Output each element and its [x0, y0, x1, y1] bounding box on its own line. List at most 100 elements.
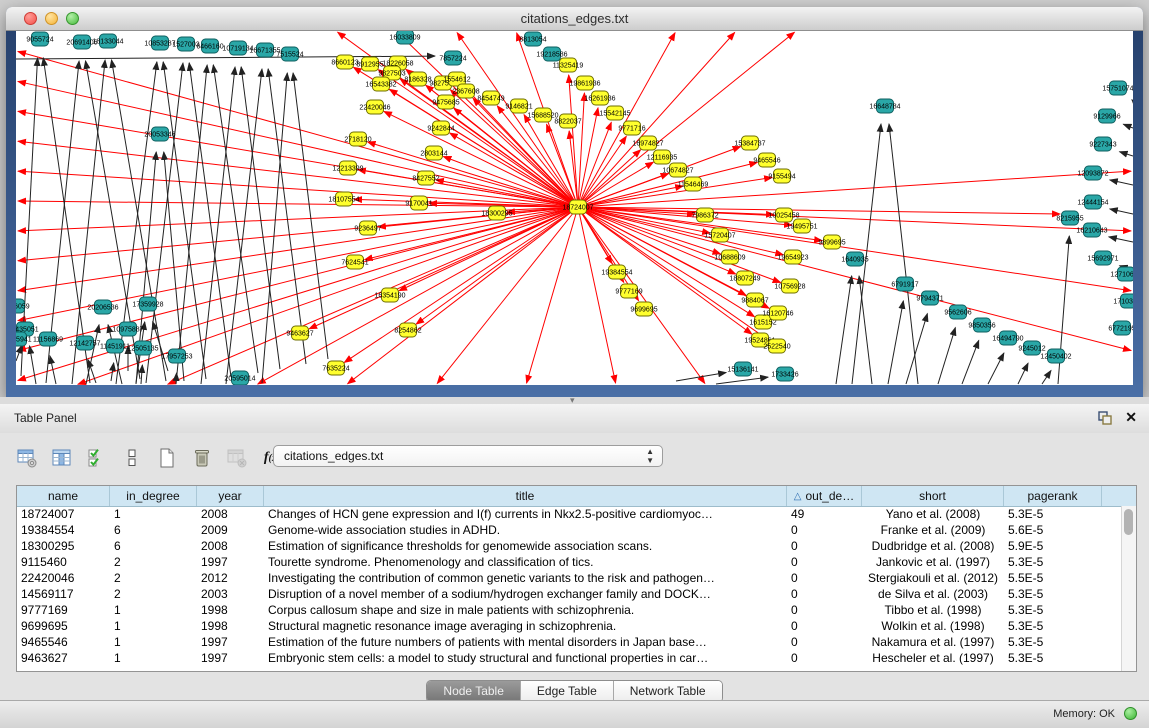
network-node[interactable]: 9146821: [505, 99, 532, 113]
table-cell[interactable]: Structural magnetic resonance image aver…: [264, 619, 787, 633]
table-cell[interactable]: 2: [110, 555, 197, 569]
network-node[interactable]: 16033809: [389, 31, 420, 44]
network-node[interactable]: 8813054: [519, 32, 546, 46]
network-node[interactable]: 10756928: [774, 279, 805, 293]
column-header-indegree[interactable]: in_degree: [110, 486, 197, 506]
table-cell[interactable]: 0: [787, 523, 862, 537]
network-node[interactable]: 2526059: [16, 299, 30, 313]
network-node[interactable]: 11546469: [678, 177, 709, 191]
table-row[interactable]: 946554611997Estimation of the future num…: [17, 634, 1122, 650]
tab-network-table[interactable]: Network Table: [614, 681, 722, 702]
row-options-button[interactable]: [119, 445, 145, 471]
network-node[interactable]: 10853287: [144, 36, 175, 50]
tab-node-table[interactable]: Node Table: [427, 681, 521, 702]
table-cell[interactable]: 0: [787, 539, 862, 553]
column-header-title[interactable]: title: [264, 486, 787, 506]
table-cell[interactable]: Disruption of a novel member of a sodium…: [264, 587, 787, 601]
table-cell[interactable]: 5.3E-5: [1004, 587, 1102, 601]
table-row[interactable]: 946362711997Embryonic stem cells: a mode…: [17, 650, 1122, 666]
table-row[interactable]: 1872400712008Changes of HCN gene express…: [17, 506, 1122, 522]
table-cell[interactable]: 2009: [197, 523, 264, 537]
tab-edge-table[interactable]: Edge Table: [521, 681, 614, 702]
network-node[interactable]: 12710626: [1110, 267, 1133, 281]
network-node[interactable]: 8215955: [1056, 211, 1083, 225]
network-node[interactable]: 12444154: [1077, 195, 1108, 209]
table-row[interactable]: 1938455462009Genome-wide association stu…: [17, 522, 1122, 538]
network-node[interactable]: 9155494: [768, 169, 795, 183]
network-node[interactable]: 15692971: [1087, 251, 1118, 265]
column-header-year[interactable]: year: [197, 486, 264, 506]
show-columns-button[interactable]: [49, 445, 75, 471]
network-node[interactable]: 16261936: [584, 91, 615, 105]
table-cell[interactable]: Changes of HCN gene expression and I(f) …: [264, 507, 787, 521]
table-cell[interactable]: 0: [787, 651, 862, 665]
network-node[interactable]: 9850356: [968, 318, 995, 332]
network-node[interactable]: 9129966: [1093, 109, 1120, 123]
table-cell[interactable]: Estimation of significance thresholds fo…: [264, 539, 787, 553]
network-node[interactable]: 8254862: [394, 323, 421, 337]
table-cell[interactable]: 9463627: [17, 651, 110, 665]
table-cell[interactable]: 0: [787, 603, 862, 617]
table-row[interactable]: 1830029562008Estimation of significance …: [17, 538, 1122, 554]
table-cell[interactable]: 18724007: [17, 507, 110, 521]
table-cell[interactable]: 19384554: [17, 523, 110, 537]
table-cell[interactable]: 1998: [197, 603, 264, 617]
table-cell[interactable]: 1: [110, 603, 197, 617]
table-cell[interactable]: Stergiakouli et al. (2012): [862, 571, 1004, 585]
network-node[interactable]: 16494790: [992, 331, 1023, 345]
column-header-pagerank[interactable]: pagerank: [1004, 486, 1102, 506]
table-row[interactable]: 911546021997Tourette syndrome. Phenomeno…: [17, 554, 1122, 570]
table-cell[interactable]: 5.3E-5: [1004, 507, 1102, 521]
column-header-outde[interactable]: △out_de…: [787, 486, 862, 506]
table-cell[interactable]: Embryonic stem cells: a model to study s…: [264, 651, 787, 665]
panel-splitter[interactable]: ▾: [0, 397, 1149, 404]
table-cell[interactable]: 14569117: [17, 587, 110, 601]
network-node[interactable]: 6466160: [196, 39, 223, 53]
network-node[interactable]: 15136141: [727, 362, 758, 376]
table-selector-dropdown[interactable]: citations_edges.txt ▲▼: [273, 445, 663, 467]
network-node[interactable]: 1640935: [841, 252, 868, 266]
network-node[interactable]: 9055724: [26, 32, 53, 46]
table-cell[interactable]: Tibbo et al. (1998): [862, 603, 1004, 617]
table-cell[interactable]: 1998: [197, 619, 264, 633]
table-cell[interactable]: 1: [110, 651, 197, 665]
network-node[interactable]: 9236497: [354, 221, 381, 235]
table-cell[interactable]: 9115460: [17, 555, 110, 569]
network-node[interactable]: 2803144: [420, 146, 447, 160]
table-cell[interactable]: 2: [110, 571, 197, 585]
network-node[interactable]: 15751074: [1102, 81, 1133, 95]
network-node[interactable]: 17359928: [132, 297, 163, 311]
table-cell[interactable]: 0: [787, 635, 862, 649]
table-cell[interactable]: Jankovic et al. (1997): [862, 555, 1004, 569]
network-node[interactable]: 2718120: [344, 132, 371, 146]
table-cell[interactable]: 1997: [197, 635, 264, 649]
create-column-button[interactable]: [154, 445, 180, 471]
network-node[interactable]: 12505135: [127, 341, 158, 355]
network-node[interactable]: 9227343: [1089, 137, 1116, 151]
table-cell[interactable]: 5.5E-5: [1004, 571, 1102, 585]
table-cell[interactable]: Investigating the contribution of common…: [264, 571, 787, 585]
network-node[interactable]: 16648784: [869, 99, 900, 113]
table-row[interactable]: 969969511998Structural magnetic resonanc…: [17, 618, 1122, 634]
table-cell[interactable]: 1: [110, 619, 197, 633]
table-cell[interactable]: Corpus callosum shape and size in male p…: [264, 603, 787, 617]
network-node[interactable]: 10975887: [112, 322, 143, 336]
network-node[interactable]: 9465546: [753, 153, 780, 167]
table-cell[interactable]: Tourette syndrome. Phenomenology and cla…: [264, 555, 787, 569]
table-cell[interactable]: Estimation of the future numbers of pati…: [264, 635, 787, 649]
table-cell[interactable]: Wolkin et al. (1998): [862, 619, 1004, 633]
network-node[interactable]: 9562606: [944, 305, 971, 319]
table-cell[interactable]: Yano et al. (2008): [862, 507, 1004, 521]
table-cell[interactable]: 1: [110, 635, 197, 649]
network-node[interactable]: 11156869: [33, 332, 63, 346]
network-node[interactable]: 19861936: [569, 76, 600, 90]
table-cell[interactable]: 5.6E-5: [1004, 523, 1102, 537]
table-cell[interactable]: 9465546: [17, 635, 110, 649]
table-cell[interactable]: 9777169: [17, 603, 110, 617]
table-cell[interactable]: 6: [110, 539, 197, 553]
table-cell[interactable]: 5.3E-5: [1004, 619, 1102, 633]
table-cell[interactable]: 5.3E-5: [1004, 555, 1102, 569]
table-cell[interactable]: 2003: [197, 587, 264, 601]
table-cell[interactable]: 9699695: [17, 619, 110, 633]
network-node[interactable]: 10688609: [714, 250, 745, 264]
